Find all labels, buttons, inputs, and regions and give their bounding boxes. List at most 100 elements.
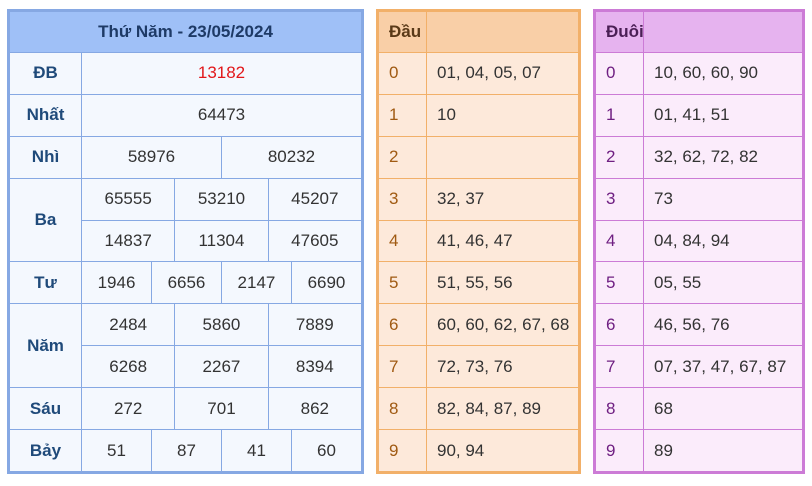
dau-numbers: 10	[426, 93, 579, 137]
dau-digit: 0	[378, 52, 427, 95]
dau-header: Đầu	[378, 11, 427, 53]
prize-number: 60	[290, 429, 363, 472]
duoi-numbers: 68	[643, 387, 803, 431]
duoi-row: 8 68	[595, 387, 803, 431]
prize-label: Tư	[9, 261, 82, 305]
prize-number: 6656	[150, 261, 222, 305]
duoi-table: Đuôi 0 10, 60, 60, 90 1 01, 41, 51 2 32, 62…	[593, 9, 805, 474]
dau-digit: 8	[378, 387, 427, 431]
prize-label: Bảy	[9, 429, 82, 472]
duoi-digit: 3	[595, 177, 644, 221]
duoi-digit: 5	[595, 261, 644, 305]
prize-number: 51	[81, 429, 152, 472]
prize-number: 45207	[267, 177, 363, 221]
prize-number: 47605	[267, 219, 363, 263]
duoi-numbers: 04, 84, 94	[643, 219, 803, 263]
duoi-digit: 2	[595, 135, 644, 179]
prize-number: 87	[150, 429, 222, 472]
prize-number: 14837	[80, 219, 176, 263]
results-table: Thứ Năm - 23/05/2024 ĐB 13182 Nhất 64473…	[7, 9, 364, 474]
duoi-numbers: 89	[643, 429, 803, 472]
duoi-digit: 6	[595, 303, 644, 347]
duoi-header: Đuôi	[595, 11, 644, 53]
duoi-digit: 9	[595, 429, 644, 472]
prize-number: 41	[220, 429, 292, 472]
prize-number: 11304	[174, 219, 269, 263]
dau-row: 6 60, 60, 62, 67, 68	[378, 303, 579, 347]
dau-digit: 7	[378, 345, 427, 389]
prize-label: Năm	[9, 303, 82, 389]
dau-numbers: 72, 73, 76	[426, 345, 579, 389]
dau-numbers: 32, 37	[426, 177, 579, 221]
results-date-header: Thứ Năm - 23/05/2024	[9, 11, 362, 53]
duoi-digit: 0	[595, 52, 644, 95]
dau-numbers: 90, 94	[426, 429, 579, 472]
dau-numbers: 41, 46, 47	[426, 219, 579, 263]
dau-row: 1 10	[378, 93, 579, 137]
dau-row: 2	[378, 135, 579, 179]
dau-numbers: 01, 04, 05, 07	[426, 52, 579, 95]
duoi-numbers: 07, 37, 47, 67, 87	[643, 345, 803, 389]
prize-number: 6690	[290, 261, 363, 305]
prize-number: 8394	[267, 345, 363, 389]
dau-digit: 2	[378, 135, 427, 179]
prize-row-sixth: Sáu 272 701 862	[9, 387, 363, 431]
prize-row-first: Nhất 64473	[9, 93, 362, 137]
prize-row-seventh: Bảy 51 87 41 60	[9, 429, 363, 472]
duoi-numbers: 46, 56, 76	[643, 303, 803, 347]
duoi-row: 4 04, 84, 94	[595, 219, 803, 263]
duoi-digit: 1	[595, 93, 644, 137]
prize-number: 53210	[174, 177, 269, 221]
duoi-digit: 8	[595, 387, 644, 431]
prize-number: 5860	[174, 303, 269, 347]
duoi-numbers: 05, 55	[643, 261, 803, 305]
dau-row: 9 90, 94	[378, 429, 579, 472]
duoi-numbers: 10, 60, 60, 90	[643, 52, 803, 95]
prize-number: 65555	[80, 177, 176, 221]
dau-digit: 4	[378, 219, 427, 263]
dau-row: 0 01, 04, 05, 07	[378, 52, 579, 95]
dau-digit: 5	[378, 261, 427, 305]
prize-number: 2484	[80, 303, 176, 347]
dau-row: 8 82, 84, 87, 89	[378, 387, 579, 431]
prize-number: 58976	[81, 135, 222, 179]
dau-numbers: 60, 60, 62, 67, 68	[426, 303, 579, 347]
prize-label: Nhất	[9, 93, 82, 137]
prize-number: 862	[267, 387, 363, 431]
prize-number: 6268	[80, 345, 176, 389]
prize-number: 1946	[81, 261, 152, 305]
duoi-digit: 7	[595, 345, 644, 389]
dau-row: 5 51, 55, 56	[378, 261, 579, 305]
prize-number: 7889	[267, 303, 363, 347]
dau-digit: 6	[378, 303, 427, 347]
dau-digit: 1	[378, 93, 427, 137]
prize-row-third: Ba 65555 53210 45207	[9, 177, 363, 263]
duoi-numbers: 73	[643, 177, 803, 221]
dau-numbers: 51, 55, 56	[426, 261, 579, 305]
duoi-numbers: 32, 62, 72, 82	[643, 135, 803, 179]
prize-label: Nhì	[9, 135, 82, 179]
dau-numbers: 82, 84, 87, 89	[426, 387, 579, 431]
prize-number: 272	[80, 387, 176, 431]
prize-row-second: Nhì 58976 80232	[9, 135, 363, 179]
dau-row: 3 32, 37	[378, 177, 579, 221]
dau-digit: 3	[378, 177, 427, 221]
prize-row-special: ĐB 13182	[9, 52, 362, 95]
duoi-numbers: 01, 41, 51	[643, 93, 803, 137]
dau-numbers	[426, 135, 579, 179]
prize-row-fifth: Năm 2484 5860 7889	[9, 303, 363, 389]
dau-table: Đầu 0 01, 04, 05, 07 1 10 2 3 32, 37 4 41, 4…	[376, 9, 581, 474]
prize-label: Ba	[9, 177, 82, 263]
prize-number: 80232	[220, 135, 363, 179]
prize-label: Sáu	[9, 387, 82, 431]
dau-header-blank	[426, 11, 579, 53]
dau-digit: 9	[378, 429, 427, 472]
dau-row: 7 72, 73, 76	[378, 345, 579, 389]
duoi-row: 2 32, 62, 72, 82	[595, 135, 803, 179]
duoi-digit: 4	[595, 219, 644, 263]
prize-number: 2147	[220, 261, 292, 305]
prize-row-fourth: Tư 1946 6656 2147 6690	[9, 261, 363, 305]
prize-number: 701	[174, 387, 269, 431]
duoi-row: 9 89	[595, 429, 803, 472]
prize-number: 64473	[81, 93, 362, 137]
